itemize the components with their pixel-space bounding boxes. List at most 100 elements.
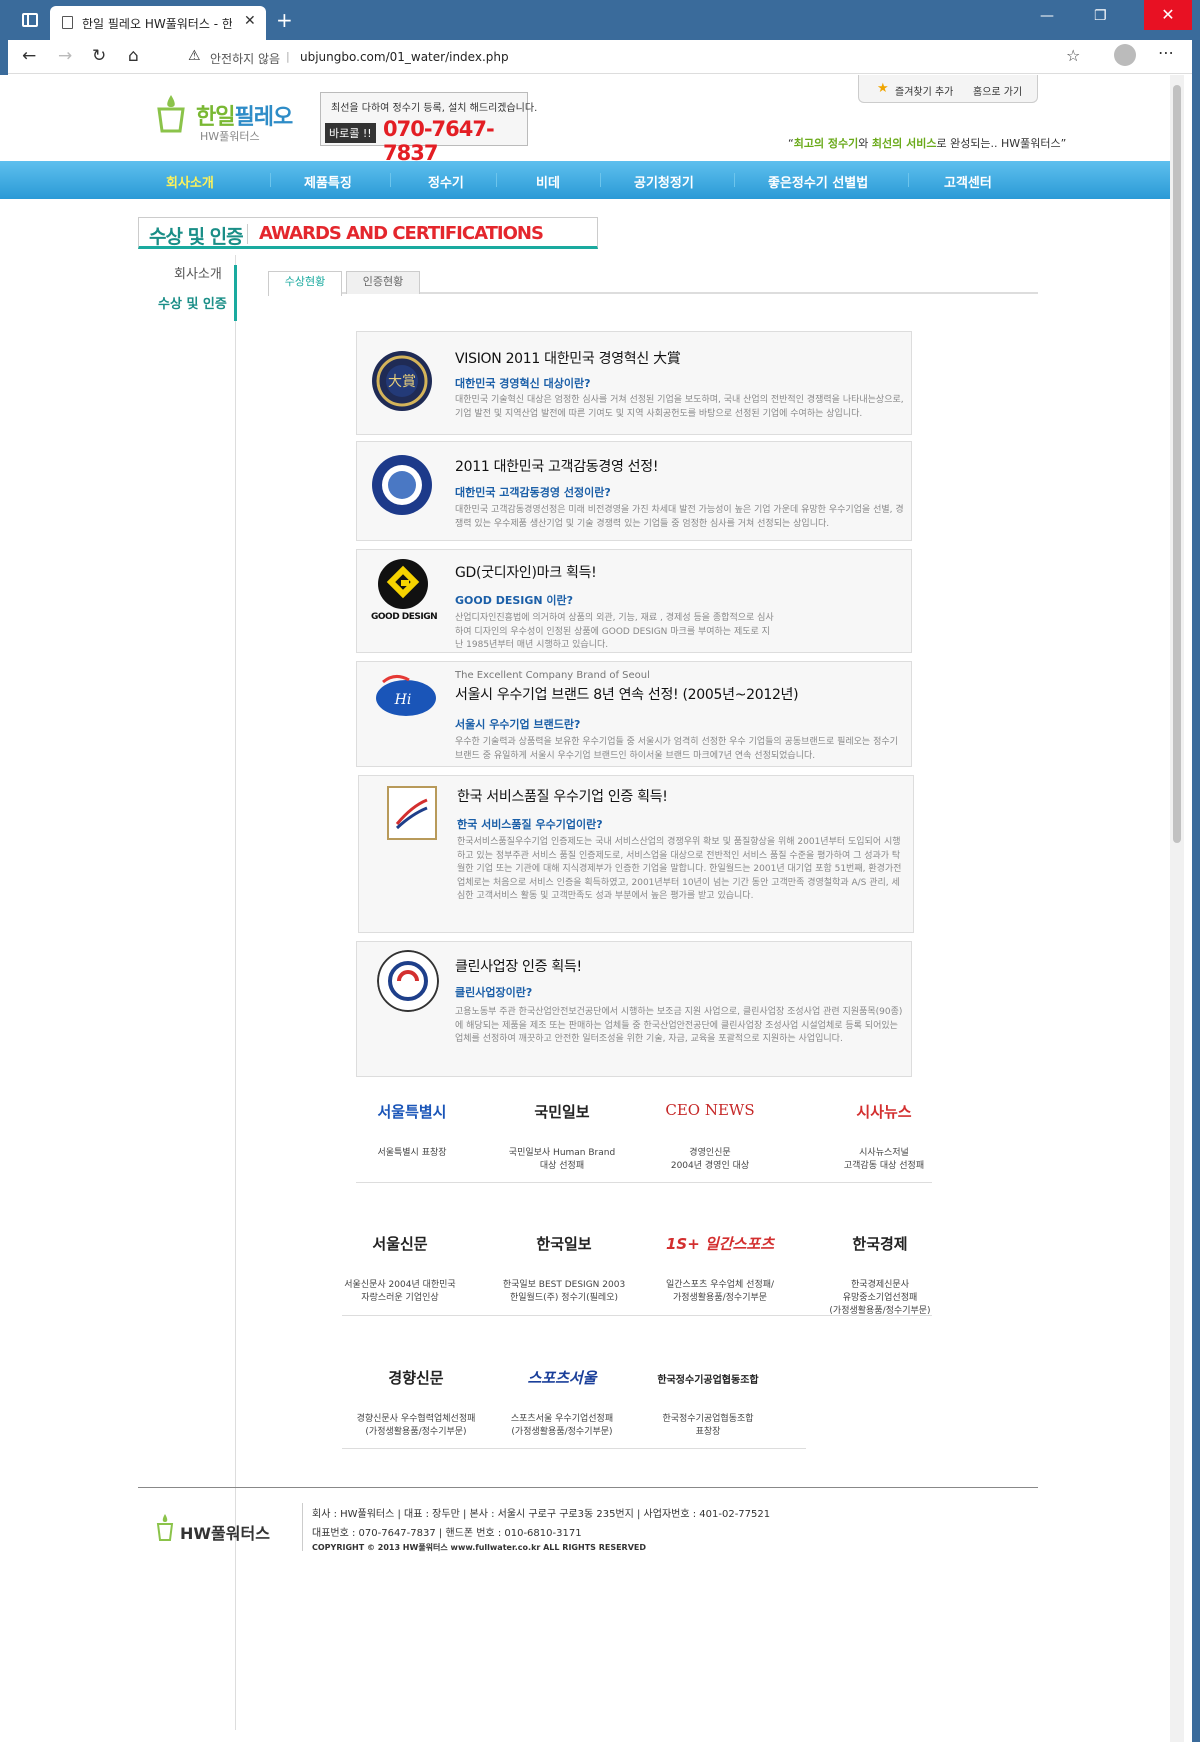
nav-purifier[interactable]: 정수기 — [428, 172, 464, 191]
press-logo: 국민일보 — [534, 1103, 590, 1121]
press-item: 국민일보 국민일보사 Human Brand 대상 선정패 — [482, 1101, 642, 1173]
footer-contact: 대표번호 : 070-7647-7837 | 핸드폰 번호 : 010-6810… — [312, 1528, 582, 1539]
good-design-caption: GOOD DESIGN — [371, 612, 438, 622]
footer-cup-icon — [156, 1514, 174, 1541]
nav-divider — [390, 173, 391, 187]
minimize-icon[interactable]: — — [1040, 8, 1054, 24]
browser-tab[interactable]: 한일 필레오 HW풀워터스 - 한일 ✕ — [50, 6, 266, 40]
award-description: 고용노동부 주관 한국산업안전보건공단에서 시행하는 보조금 지원 사업으로, … — [455, 1007, 903, 1044]
forward-icon[interactable]: → — [58, 46, 72, 66]
press-item: 한국일보 한국일보 BEST DESIGN 2003 한일월드(주) 정수기(필레… — [484, 1233, 644, 1305]
press-logo: 시사뉴스 — [856, 1103, 912, 1121]
nav-divider — [734, 173, 735, 187]
logo-text-2: 필레오 — [234, 105, 293, 130]
press-caption: 일간스포츠 우수업체 선정패/가정생활용품/정수기부문 — [640, 1279, 800, 1305]
press-item: 서울신문 서울신문사 2004년 대한민국 자랑스러운 기업인상 — [320, 1233, 480, 1305]
sidebar-item-awards[interactable]: 수상 및 인증 — [158, 293, 227, 312]
press-caption: 한국정수기공업협동조합표창장 — [628, 1413, 788, 1439]
slogan-highlight-1: 최고의 정수기 — [793, 137, 859, 150]
caption-line: 한국일보 BEST DESIGN 2003 — [502, 1280, 626, 1290]
award-title: 2011 대한민국 고객감동경영 선정! — [455, 459, 659, 475]
sidebar-active-indicator — [234, 265, 237, 321]
slogan: “최고의 정수기와 최선의 서비스로 완성되는.. HW풀워터스” — [788, 135, 1066, 151]
tab-certifications[interactable]: 인증현황 — [346, 271, 420, 294]
caption-line: 유망중소기업선정패 — [842, 1293, 918, 1303]
press-item: 1S+ 일간스포츠 일간스포츠 우수업체 선정패/가정생활용품/정수기부문 — [640, 1233, 800, 1305]
press-caption: 서울특별시 표창장 — [332, 1147, 492, 1160]
press-item: 한국경제 한국경제신문사 유망중소기업선정패 (가정생활용품/정수기부문) — [800, 1233, 960, 1318]
nav-bidet[interactable]: 비데 — [536, 172, 560, 191]
hi-seoul-logo-icon: Hi — [376, 675, 436, 716]
home-link[interactable]: 홈으로 가기 — [973, 83, 1022, 98]
profile-avatar[interactable] — [1114, 44, 1136, 66]
award-card: Hi The Excellent Company Brand of Seoul … — [356, 661, 912, 767]
caption-line: 한국경제신문사 — [851, 1280, 909, 1290]
award-title: VISION 2011 대한민국 경영혁신 大賞 — [455, 351, 681, 367]
brand-logo[interactable]: 한일필레오 — [196, 99, 293, 131]
security-label[interactable]: 안전하지 않음 — [210, 50, 280, 67]
nav-features[interactable]: 제품특징 — [304, 172, 352, 191]
press-logo: 서울특별시 — [377, 1103, 447, 1121]
footer-logo: HW풀워터스 — [180, 1524, 270, 1543]
new-tab-icon[interactable]: + — [276, 8, 293, 32]
caption-line: 2004년 경영인 대상 — [670, 1161, 750, 1171]
press-caption: 시사뉴스저널 고객감동 대상 선정패 — [804, 1147, 964, 1173]
press-logo: 스포츠서울 — [527, 1369, 597, 1387]
caption-line: 한국정수기공업협동조합 — [662, 1414, 754, 1424]
scrollbar[interactable] — [1170, 75, 1184, 1742]
press-logo: 서울신문 — [372, 1235, 428, 1253]
tab-awards[interactable]: 수상현황 — [268, 271, 342, 296]
more-icon[interactable]: ⋯ — [1158, 43, 1174, 62]
sidebar-item-company[interactable]: 회사소개 — [174, 263, 222, 282]
caption-line: (가정생활용품/정수기부문) — [829, 1306, 931, 1316]
nav-company[interactable]: 회사소개 — [166, 172, 214, 191]
service-quality-mark-icon — [387, 786, 437, 840]
title-divider — [247, 224, 248, 244]
caption-line: 서울특별시 표창장 — [377, 1148, 447, 1158]
refresh-icon[interactable]: ↻ — [92, 46, 106, 66]
home-icon[interactable]: ⌂ — [128, 46, 139, 66]
press-item: 한국정수기공업협동조합 한국정수기공업협동조합표창장 — [628, 1367, 788, 1439]
sub-tabs: 수상현황 인증현황 — [268, 271, 1038, 296]
press-caption: 서울신문사 2004년 대한민국 자랑스러운 기업인상 — [320, 1279, 480, 1305]
press-item: 서울특별시 서울특별시 표창장 — [332, 1101, 492, 1160]
scrollbar-thumb[interactable] — [1173, 85, 1181, 843]
award-description: 우수한 기술력과 상품력을 보유한 우수기업들 중 서울시가 엄격히 선정한 우… — [455, 737, 898, 761]
nav-divider — [270, 173, 271, 187]
nav-customer[interactable]: 고객센터 — [944, 172, 992, 191]
cup-logo-icon — [157, 95, 185, 133]
caption-line: 대상 선정패 — [539, 1161, 585, 1171]
nav-air-purifier[interactable]: 공기청정기 — [634, 172, 694, 191]
maximize-icon[interactable]: ❐ — [1094, 8, 1107, 24]
svg-text:大賞: 大賞 — [388, 374, 416, 390]
press-logo: 한국정수기공업협동조합 — [657, 1375, 759, 1386]
press-divider — [342, 1315, 932, 1316]
nav-divider — [496, 173, 497, 187]
back-icon[interactable]: ← — [22, 46, 36, 66]
call-badge: 바로콜 !! — [325, 123, 376, 143]
caption-line: 경향신문사 우수협력업체선정패 — [356, 1414, 476, 1424]
warning-icon[interactable]: ⚠ — [188, 48, 201, 64]
caption-line: (가정생활용품/정수기부문) — [511, 1427, 613, 1437]
award-title: 한국 서비스품질 우수기업 인증 획득! — [457, 789, 668, 805]
award-description: 산업디자인진흥법에 의거하여 상품의 외관, 기능, 재료 , 경제성 등을 종… — [455, 613, 774, 650]
url-text[interactable]: ubjungbo.com/01_water/index.php — [300, 50, 509, 64]
caption-line: 자랑스러운 기업인상 — [361, 1293, 439, 1303]
close-tab-icon[interactable]: ✕ — [244, 13, 256, 29]
tab-actions-icon[interactable] — [22, 13, 38, 27]
award-question: 대한민국 경영혁신 대상이란? — [455, 377, 591, 390]
url-divider: | — [286, 50, 290, 63]
press-item: CEO NEWS 경영인신문 2004년 경영인 대상 — [630, 1101, 790, 1173]
award-description: 대한민국 기술혁신 대상은 엄정한 심사를 거쳐 선정된 기업을 보도하며, 국… — [455, 395, 904, 419]
nav-guide[interactable]: 좋은정수기 선별법 — [768, 172, 868, 191]
call-box: 최선을 다하여 정수기 등록, 설치 해드리겠습니다. 바로콜 !! 070-7… — [320, 92, 537, 165]
good-design-mark-icon — [378, 559, 428, 609]
caption-line: 일간스포츠 우수업체 선정패/ — [665, 1280, 775, 1290]
caption-line: 국민일보사 Human Brand — [508, 1148, 616, 1158]
caption-line: 표창장 — [695, 1427, 721, 1437]
url-field[interactable]: ⚠ 안전하지 않음 | ubjungbo.com/01_water/index.… — [176, 44, 1088, 70]
clean-workplace-emblem-icon — [377, 950, 439, 1012]
bookmark-link[interactable]: 즐겨찾기 추가 — [895, 83, 953, 98]
favorite-star-icon[interactable]: ☆ — [1066, 46, 1080, 65]
window-close-icon[interactable]: ✕ — [1144, 0, 1192, 30]
